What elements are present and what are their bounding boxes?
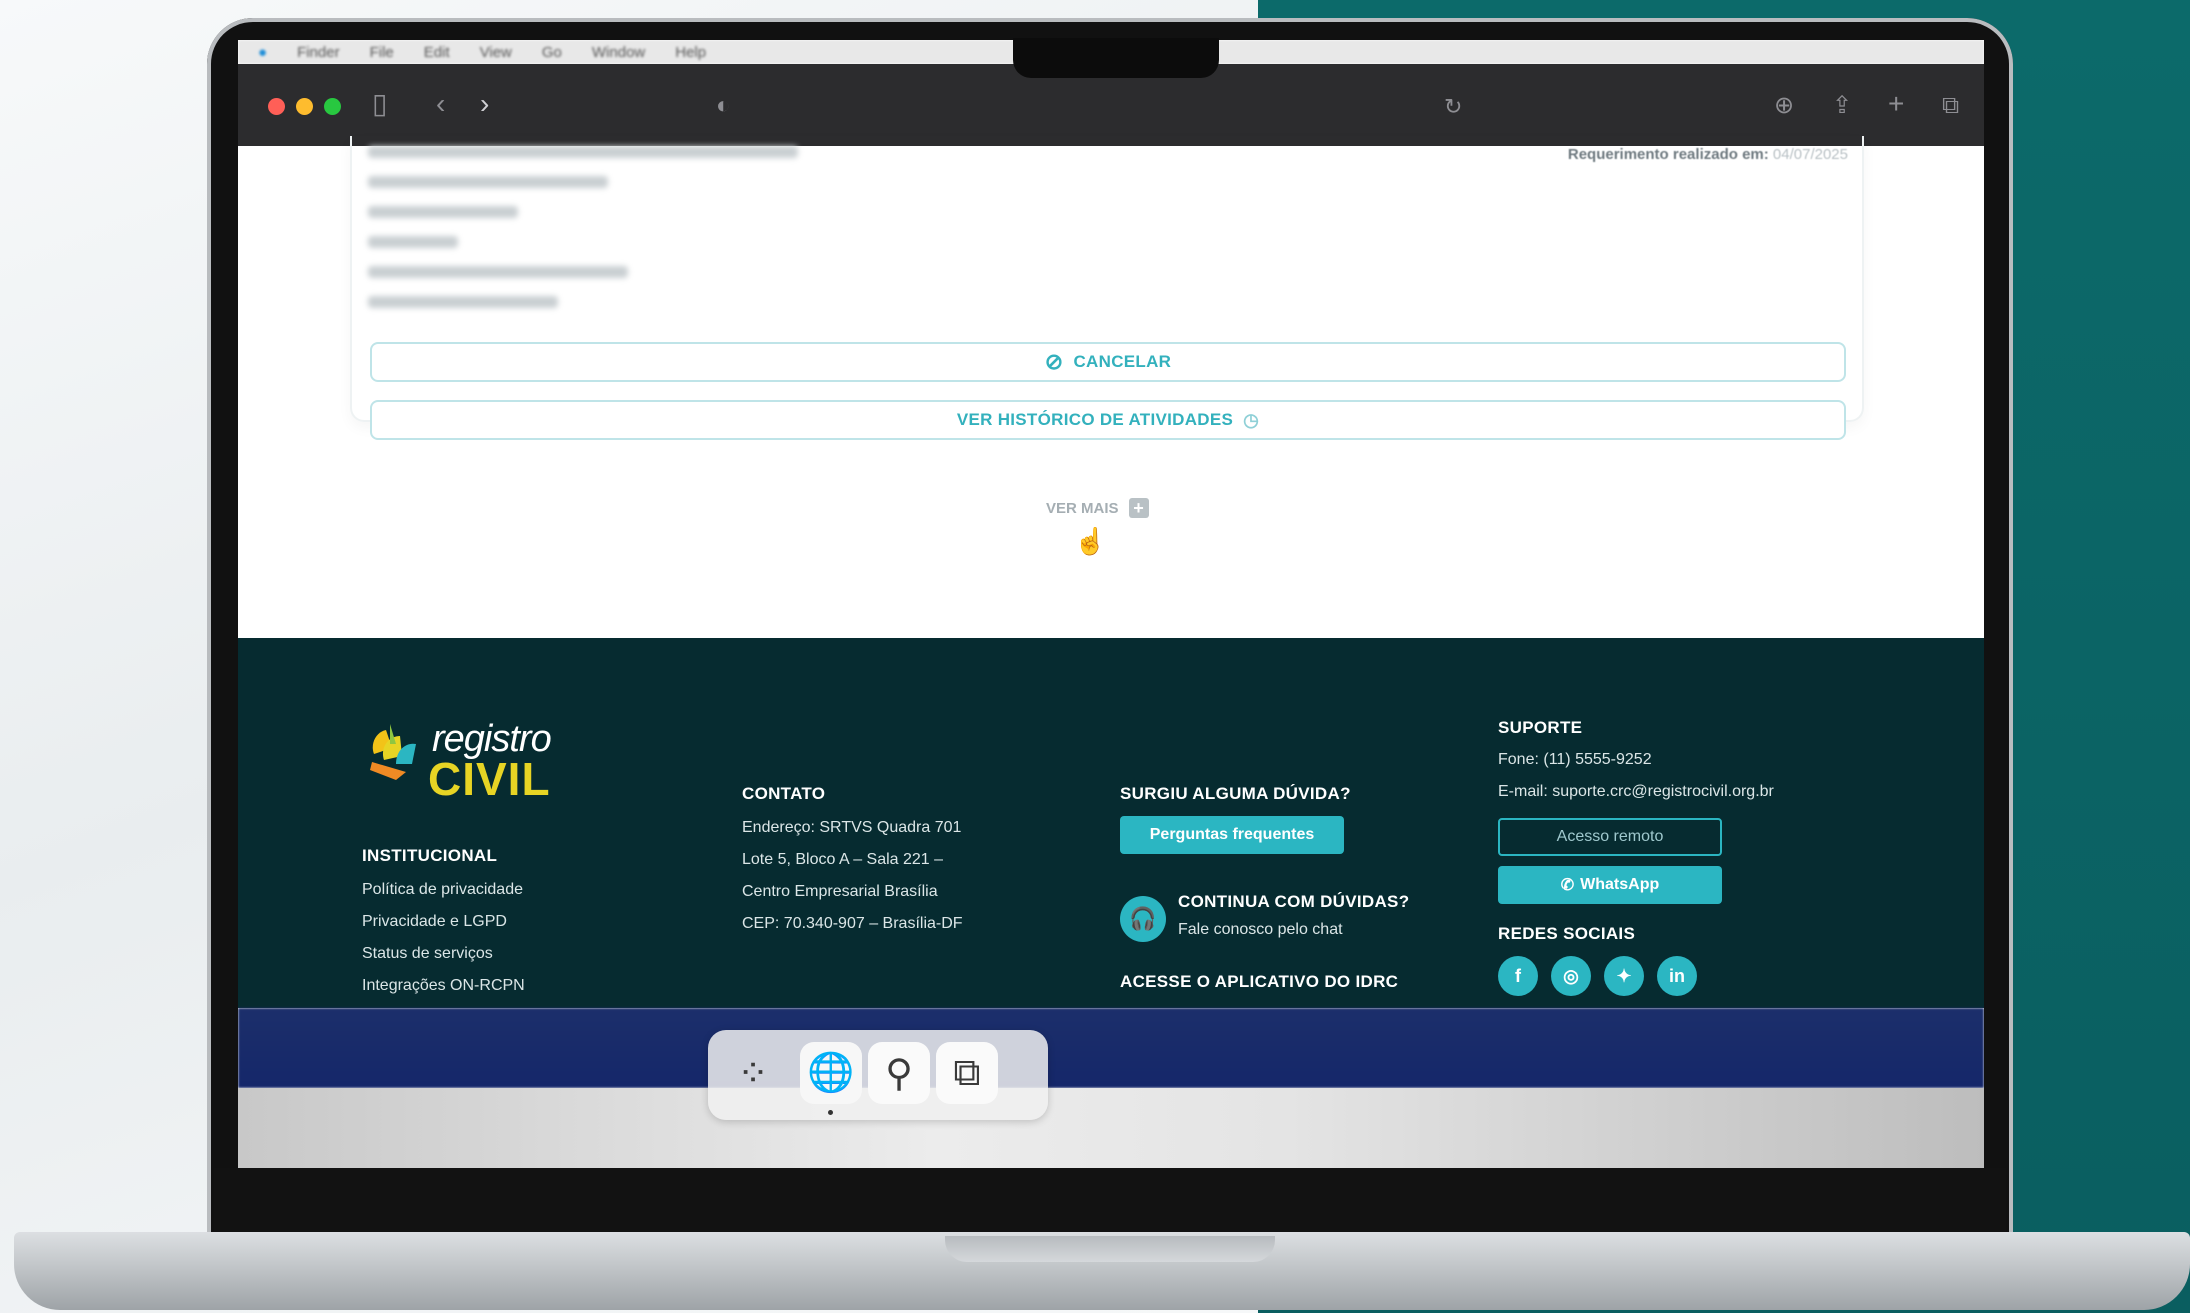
window-controls	[268, 98, 341, 115]
footer-link[interactable]: Integrações ON-RCPN	[362, 970, 525, 1002]
ban-icon: ⊘	[1044, 349, 1064, 374]
share-icon[interactable]: ⇪	[1832, 94, 1852, 118]
laptop-screen: ● Finder File Edit View Go Window Help ▯…	[238, 40, 1984, 1168]
headset-icon[interactable]: 🎧	[1120, 896, 1166, 942]
reload-icon[interactable]: ↻	[1444, 96, 1462, 118]
menubar-item[interactable]: Go	[542, 44, 562, 61]
contato-heading: CONTATO	[742, 784, 826, 803]
tabs-overview-icon[interactable]: ⧉	[1942, 94, 1959, 118]
download-icon[interactable]: ⊕	[1774, 94, 1794, 118]
duvidas-heading: SURGIU ALGUMA DÚVIDA?	[1120, 784, 1351, 803]
app-heading: ACESSE O APLICATIVO DO IDRC	[1120, 972, 1399, 991]
menubar-item[interactable]: Help	[675, 44, 706, 61]
cancel-button[interactable]: ⊘ CANCELAR	[370, 342, 1846, 382]
facebook-icon[interactable]: f	[1498, 956, 1538, 996]
zoom-window-button[interactable]	[324, 98, 341, 115]
institucional-heading: INSTITUCIONAL	[362, 846, 498, 865]
footer-bottom-bar	[238, 1008, 1984, 1088]
contato-address: Endereço: SRTVS Quadra 701 Lote 5, Bloco…	[742, 812, 963, 940]
new-tab-icon[interactable]: +	[1888, 90, 1904, 118]
address-line: CEP: 70.340-907 – Brasília-DF	[742, 915, 963, 932]
chat-link[interactable]: Fale conosco pelo chat	[1178, 914, 1343, 946]
request-date-label: Requerimento realizado em:	[1567, 146, 1769, 163]
page-content: Requerimento realizado em: 04/07/2025 ⊘ …	[238, 136, 1984, 638]
chat-heading: CONTINUA COM DÚVIDAS?	[1178, 892, 1410, 911]
menubar-item[interactable]: File	[370, 44, 394, 61]
address-line: Lote 5, Bloco A – Sala 221 –	[742, 851, 944, 868]
site-footer: registro CIVIL INSTITUCIONAL Política de…	[238, 638, 1984, 1008]
see-more-label: VER MAIS	[1046, 499, 1119, 517]
close-window-button[interactable]	[268, 98, 285, 115]
request-date: Requerimento realizado em: 04/07/2025	[1568, 146, 1848, 163]
twitter-icon[interactable]: ✦	[1604, 956, 1644, 996]
laptop-opening-notch	[945, 1236, 1275, 1262]
apple-icon[interactable]: ●	[258, 44, 267, 61]
whatsapp-button[interactable]: ✆ WhatsApp	[1498, 866, 1722, 904]
cancel-button-label: CANCELAR	[1073, 352, 1172, 371]
instagram-icon[interactable]: ◎	[1551, 956, 1591, 996]
request-date-value: 04/07/2025	[1772, 146, 1848, 163]
menubar-item[interactable]: Window	[592, 44, 645, 61]
footer-link[interactable]: Status de serviços	[362, 938, 525, 970]
shield-icon[interactable]: ◐	[716, 94, 731, 118]
institucional-links: Política de privacidade Privacidade e LG…	[362, 874, 525, 1002]
footer-link[interactable]: Política de privacidade	[362, 874, 525, 906]
desktop-dock-area	[238, 1088, 1984, 1168]
activity-history-button[interactable]: VER HISTÓRICO DE ATIVIDADES ◷	[370, 400, 1846, 440]
macos-dock: ⁘ 🌐 ⚲ ⧉	[708, 1030, 1048, 1120]
linkedin-icon[interactable]: in	[1657, 956, 1697, 996]
sidebar-icon[interactable]: ▯	[372, 90, 387, 118]
suporte-heading: SUPORTE	[1498, 718, 1583, 737]
remote-access-button[interactable]: Acesso remoto	[1498, 818, 1722, 856]
clock-icon: ◷	[1243, 409, 1260, 430]
copy-icon[interactable]: ⧉	[936, 1042, 998, 1104]
launchpad-icon[interactable]: ⁘	[722, 1042, 784, 1104]
menubar-item[interactable]: Edit	[424, 44, 450, 61]
footer-link[interactable]: Privacidade e LGPD	[362, 906, 525, 938]
redes-sociais-heading: REDES SOCIAIS	[1498, 924, 1636, 943]
activity-history-label: VER HISTÓRICO DE ATIVIDADES	[956, 410, 1234, 429]
forward-icon[interactable]: ›	[480, 90, 489, 118]
minimize-window-button[interactable]	[296, 98, 313, 115]
search-icon[interactable]: ⚲	[868, 1042, 930, 1104]
dock-running-indicator	[828, 1110, 833, 1115]
screen-bezel-bottom	[214, 1168, 2006, 1232]
see-more-button[interactable]: VER MAIS +	[1046, 498, 1149, 518]
globe-icon[interactable]: 🌐	[800, 1042, 862, 1104]
plus-square-icon: +	[1128, 498, 1149, 518]
address-line: Centro Empresarial Brasília	[742, 883, 938, 900]
support-phone: Fone: (11) 5555-9252	[1498, 751, 1652, 768]
menubar-item[interactable]: View	[480, 44, 512, 61]
back-icon[interactable]: ‹	[436, 90, 445, 118]
hands-logo-icon	[370, 724, 416, 780]
whatsapp-icon: ✆	[1560, 877, 1575, 894]
whatsapp-button-label: WhatsApp	[1580, 876, 1660, 893]
logo-text-bottom: CIVIL	[428, 753, 551, 805]
menubar-item[interactable]: Finder	[297, 44, 340, 61]
support-email[interactable]: E-mail: suporte.crc@registrocivil.org.br	[1498, 776, 1774, 808]
hand-cursor-icon: ☝	[1074, 526, 1107, 556]
camera-notch	[1013, 38, 1219, 78]
address-line: Endereço: SRTVS Quadra 701	[742, 819, 962, 836]
faq-button[interactable]: Perguntas frequentes	[1120, 816, 1344, 854]
blurred-request-details	[368, 146, 798, 326]
